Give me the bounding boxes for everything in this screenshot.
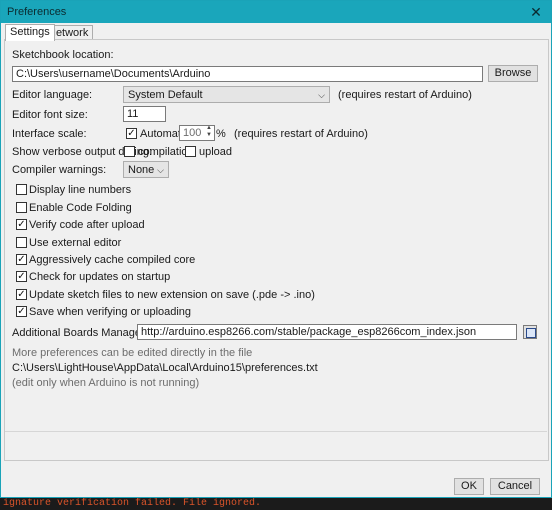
automatic-scale-checkbox[interactable]: ✓ <box>126 128 137 139</box>
font-size-label: Editor font size: <box>12 109 88 121</box>
verify-after-upload-checkbox[interactable]: ✓ <box>16 219 27 230</box>
interface-scale-label: Interface scale: <box>12 128 87 140</box>
display-line-numbers-label: Display line numbers <box>29 184 132 196</box>
scale-stepper-icon[interactable]: ▲ ▼ <box>206 125 212 139</box>
editor-language-value: System Default <box>128 89 203 101</box>
compiler-warnings-value: None <box>128 164 155 176</box>
tab-settings[interactable]: Settings <box>5 24 55 41</box>
update-extension-checkbox[interactable]: ✓ <box>16 289 27 300</box>
code-folding-checkbox[interactable] <box>16 202 27 213</box>
preferences-dialog: Preferences ✕ Settings Network Sketchboo… <box>0 0 552 498</box>
external-editor-checkbox[interactable] <box>16 237 27 248</box>
cancel-button[interactable]: Cancel <box>490 478 540 495</box>
cache-core-label: Aggressively cache compiled core <box>29 254 196 266</box>
verify-after-upload-label: Verify code after upload <box>29 219 145 231</box>
check-updates-label: Check for updates on startup <box>29 271 171 283</box>
save-on-verify-label: Save when verifying or uploading <box>29 306 192 318</box>
ok-button[interactable]: OK <box>454 478 484 495</box>
compiler-warnings-label: Compiler warnings: <box>12 164 107 176</box>
background-console-error: ignature verification failed. File ignor… <box>0 497 552 510</box>
scale-restart-note: (requires restart of Arduino) <box>234 128 368 140</box>
scale-percent-unit: % <box>216 128 226 140</box>
verbose-compilation-checkbox[interactable] <box>124 146 135 157</box>
language-restart-note: (requires restart of Arduino) <box>338 89 472 101</box>
update-extension-label: Update sketch files to new extension on … <box>29 289 315 301</box>
editor-language-label: Editor language: <box>12 89 93 101</box>
more-preferences-text: More preferences can be edited directly … <box>12 347 253 359</box>
chevron-down-icon: ⌵ <box>157 165 164 175</box>
title-bar[interactable]: Preferences ✕ <box>1 1 551 23</box>
close-button[interactable]: ✕ <box>521 1 551 23</box>
separator <box>5 431 547 432</box>
sketchbook-label: Sketchbook location: <box>12 49 114 61</box>
compiler-warnings-select[interactable]: None ⌵ <box>123 161 169 178</box>
verbose-upload-label: upload <box>199 146 233 158</box>
check-updates-checkbox[interactable]: ✓ <box>16 271 27 282</box>
open-url-list-icon[interactable] <box>523 325 537 339</box>
browse-button[interactable]: Browse <box>488 65 538 82</box>
font-size-input[interactable]: 11 <box>123 106 166 122</box>
code-folding-label: Enable Code Folding <box>29 202 132 214</box>
cache-core-checkbox[interactable]: ✓ <box>16 254 27 265</box>
display-line-numbers-checkbox[interactable] <box>16 184 27 195</box>
editor-language-select[interactable]: System Default ⌵ <box>123 86 330 103</box>
save-on-verify-checkbox[interactable]: ✓ <box>16 306 27 317</box>
edit-note-text: (edit only when Arduino is not running) <box>12 377 200 389</box>
preferences-file-path[interactable]: C:\Users\LightHouse\AppData\Local\Arduin… <box>12 362 318 374</box>
window-title: Preferences <box>7 6 67 18</box>
verbose-upload-checkbox[interactable] <box>185 146 196 157</box>
chevron-down-icon: ⌵ <box>318 90 325 100</box>
boards-url-input[interactable]: http://arduino.esp8266.com/stable/packag… <box>137 324 517 340</box>
sketchbook-path-input[interactable]: C:\Users\username\Documents\Arduino <box>12 66 483 82</box>
external-editor-label: Use external editor <box>29 237 122 249</box>
